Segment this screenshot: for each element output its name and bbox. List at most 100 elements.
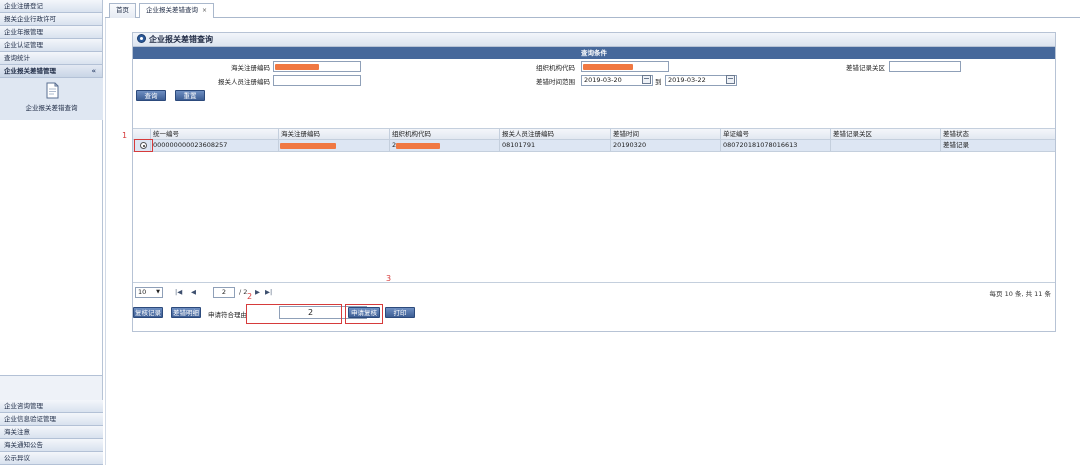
sidebar-item-info-verify[interactable]: 企业信息验证管理 (0, 413, 103, 426)
sidebar-item-objection[interactable]: 公示异议 (0, 452, 103, 465)
tab-bar: 首页 企业报关差错查询 × (105, 0, 1080, 19)
print-button[interactable]: 打印 (385, 307, 415, 318)
status-cell: 差错记录 (943, 141, 969, 149)
page-size-value: 10 (138, 288, 147, 296)
redaction-mark (275, 64, 319, 70)
declarant-code-cell: 08101791 (500, 140, 611, 151)
sidebar-tool-error-query[interactable]: 企业报关差错查询 (0, 78, 103, 120)
sidebar-item-label: 企业认证管理 (4, 41, 43, 49)
sidebar: 企业注册登记 报关企业行政许可 企业年报管理 企业认证管理 查询统计 企业报关差… (0, 0, 103, 465)
header-cell: 单证编号 (721, 129, 831, 139)
sidebar-item-error-management[interactable]: 企业报关差错管理 « (0, 65, 102, 78)
unified-no-cell: 000000000023608257 (151, 140, 279, 151)
sidebar-panel: 企业报关差错查询 (0, 78, 103, 376)
page-size-select[interactable]: 10 ▼ (135, 287, 163, 298)
tab-label: 首页 (116, 6, 129, 14)
sidebar-item-label: 企业报关差错管理 (4, 67, 56, 75)
tab-home[interactable]: 首页 (109, 3, 136, 18)
page-number-input[interactable]: 2 (213, 287, 235, 298)
sidebar-item-label: 企业年报管理 (4, 28, 43, 36)
page-title: 企业报关差错查询 (149, 35, 213, 44)
reset-button[interactable]: 重置 (175, 90, 205, 101)
sidebar-item-label: 查询统计 (4, 54, 30, 62)
declarant-code-input[interactable] (273, 75, 361, 86)
collapse-icon[interactable]: « (91, 65, 96, 77)
annotation-number-1: 1 (122, 131, 128, 140)
sidebar-item-label: 海关注意 (4, 428, 30, 436)
pager-info: 每页 10 条, 共 11 条 (989, 290, 1051, 298)
sidebar-item-certification[interactable]: 企业认证管理 (0, 39, 102, 52)
query-panel: 企业报关差错查询 查询条件 海关注册编码 组织机构代码 差错记录关区 报关人员注… (132, 32, 1056, 332)
redaction-mark (396, 143, 440, 149)
sidebar-item-label: 海关通知公告 (4, 441, 43, 449)
next-page-icon[interactable]: ▶ (255, 288, 260, 296)
time-range-label: 差错时间范围 (536, 78, 575, 86)
table-row[interactable]: 000000000023608257 2 08101791 20190320 0… (133, 140, 1055, 152)
last-page-icon[interactable]: ▶| (265, 288, 272, 296)
sidebar-item-consulting[interactable]: 企业咨询管理 (0, 400, 103, 413)
annotation-box-2 (246, 304, 342, 324)
form-row-1: 海关注册编码 组织机构代码 差错记录关区 (133, 59, 1055, 73)
header-cell: 差错状态 (943, 130, 969, 138)
table-header: 统一编号 海关注册编码 组织机构代码 报关人员注册编码 差错时间 单证编号 差错… (133, 129, 1055, 140)
results-table: 统一编号 海关注册编码 组织机构代码 报关人员注册编码 差错时间 单证编号 差错… (133, 128, 1055, 283)
sidebar-item-label: 公示异议 (4, 454, 30, 462)
header-cell: 组织机构代码 (390, 129, 500, 139)
customs-code-label: 海关注册编码 (231, 64, 270, 72)
date-to-separator: 到 (655, 78, 662, 86)
panel-header: 企业报关差错查询 (133, 33, 1055, 47)
org-code-input[interactable] (581, 61, 669, 72)
header-cell: 报关人员注册编码 (500, 129, 611, 139)
first-page-icon[interactable]: |◀ (175, 288, 182, 296)
error-area-input[interactable] (889, 61, 961, 72)
chevron-down-icon: ▼ (156, 289, 160, 295)
sidebar-item-annual-report[interactable]: 企业年报管理 (0, 26, 102, 39)
header-cell: 海关注册编码 (279, 129, 390, 139)
customs-code-input[interactable] (273, 61, 361, 72)
condition-header: 查询条件 (133, 47, 1055, 59)
main-content: 企业报关差错查询 查询条件 海关注册编码 组织机构代码 差错记录关区 报关人员注… (105, 18, 1080, 465)
sidebar-item-statistics[interactable]: 查询统计 (0, 52, 102, 65)
form-row-2: 报关人员注册编码 差错时间范围 2019-03-20 到 2019-03-22 (133, 73, 1055, 87)
redaction-mark (583, 64, 633, 70)
org-code-label: 组织机构代码 (536, 64, 575, 72)
doc-no-cell: 080720181078016613 (721, 140, 831, 151)
tab-label: 企业报关差错查询 (146, 6, 198, 14)
close-icon[interactable]: × (202, 7, 207, 14)
review-record-button[interactable]: 复核记录 (133, 307, 163, 318)
area-cell (831, 140, 941, 151)
sidebar-item-label: 企业注册登记 (4, 2, 43, 10)
document-icon (46, 82, 58, 99)
declarant-code-label: 报关人员注册编码 (218, 78, 270, 86)
annotation-box-1 (134, 139, 153, 152)
reason-label: 申请符合理由 (208, 311, 247, 319)
header-cell: 统一编号 (151, 129, 279, 139)
header-cell: 差错记录关区 (831, 129, 941, 139)
panel-title-icon (137, 34, 146, 43)
header-cell-select (133, 129, 151, 139)
header-cell: 差错时间 (611, 129, 721, 139)
button-row: 查询 重置 (133, 87, 1055, 103)
sidebar-item-license[interactable]: 报关企业行政许可 (0, 13, 102, 26)
sidebar-item-label: 企业咨询管理 (4, 402, 43, 410)
annotation-box-3 (345, 304, 383, 324)
sidebar-item-customs-notice[interactable]: 海关注意 (0, 426, 103, 439)
sidebar-item-announcements[interactable]: 海关通知公告 (0, 439, 103, 452)
calendar-icon[interactable] (726, 75, 735, 84)
error-area-label: 差错记录关区 (846, 64, 885, 72)
tab-error-query[interactable]: 企业报关差错查询 × (139, 3, 215, 19)
sidebar-bottom: 企业咨询管理 企业信息验证管理 海关注意 海关通知公告 公示异议 (0, 400, 103, 465)
annotation-number-3: 3 (386, 274, 392, 283)
redaction-mark (280, 143, 336, 149)
org-code-cell: 2 (390, 140, 500, 151)
sidebar-item-label: 企业信息验证管理 (4, 415, 56, 423)
sidebar-item-label: 报关企业行政许可 (4, 15, 56, 23)
prev-page-icon[interactable]: ◀ (191, 288, 196, 296)
annotation-number-2: 2 (247, 292, 253, 301)
pager: 10 ▼ |◀ ◀ 2 / 2 ▶ ▶| 每页 10 条, 共 11 条 (133, 285, 1055, 299)
query-button[interactable]: 查询 (136, 90, 166, 101)
sidebar-item-registration[interactable]: 企业注册登记 (0, 0, 102, 13)
calendar-icon[interactable] (642, 75, 651, 84)
error-time-cell: 20190320 (611, 140, 721, 151)
error-detail-button[interactable]: 差错明细 (171, 307, 201, 318)
